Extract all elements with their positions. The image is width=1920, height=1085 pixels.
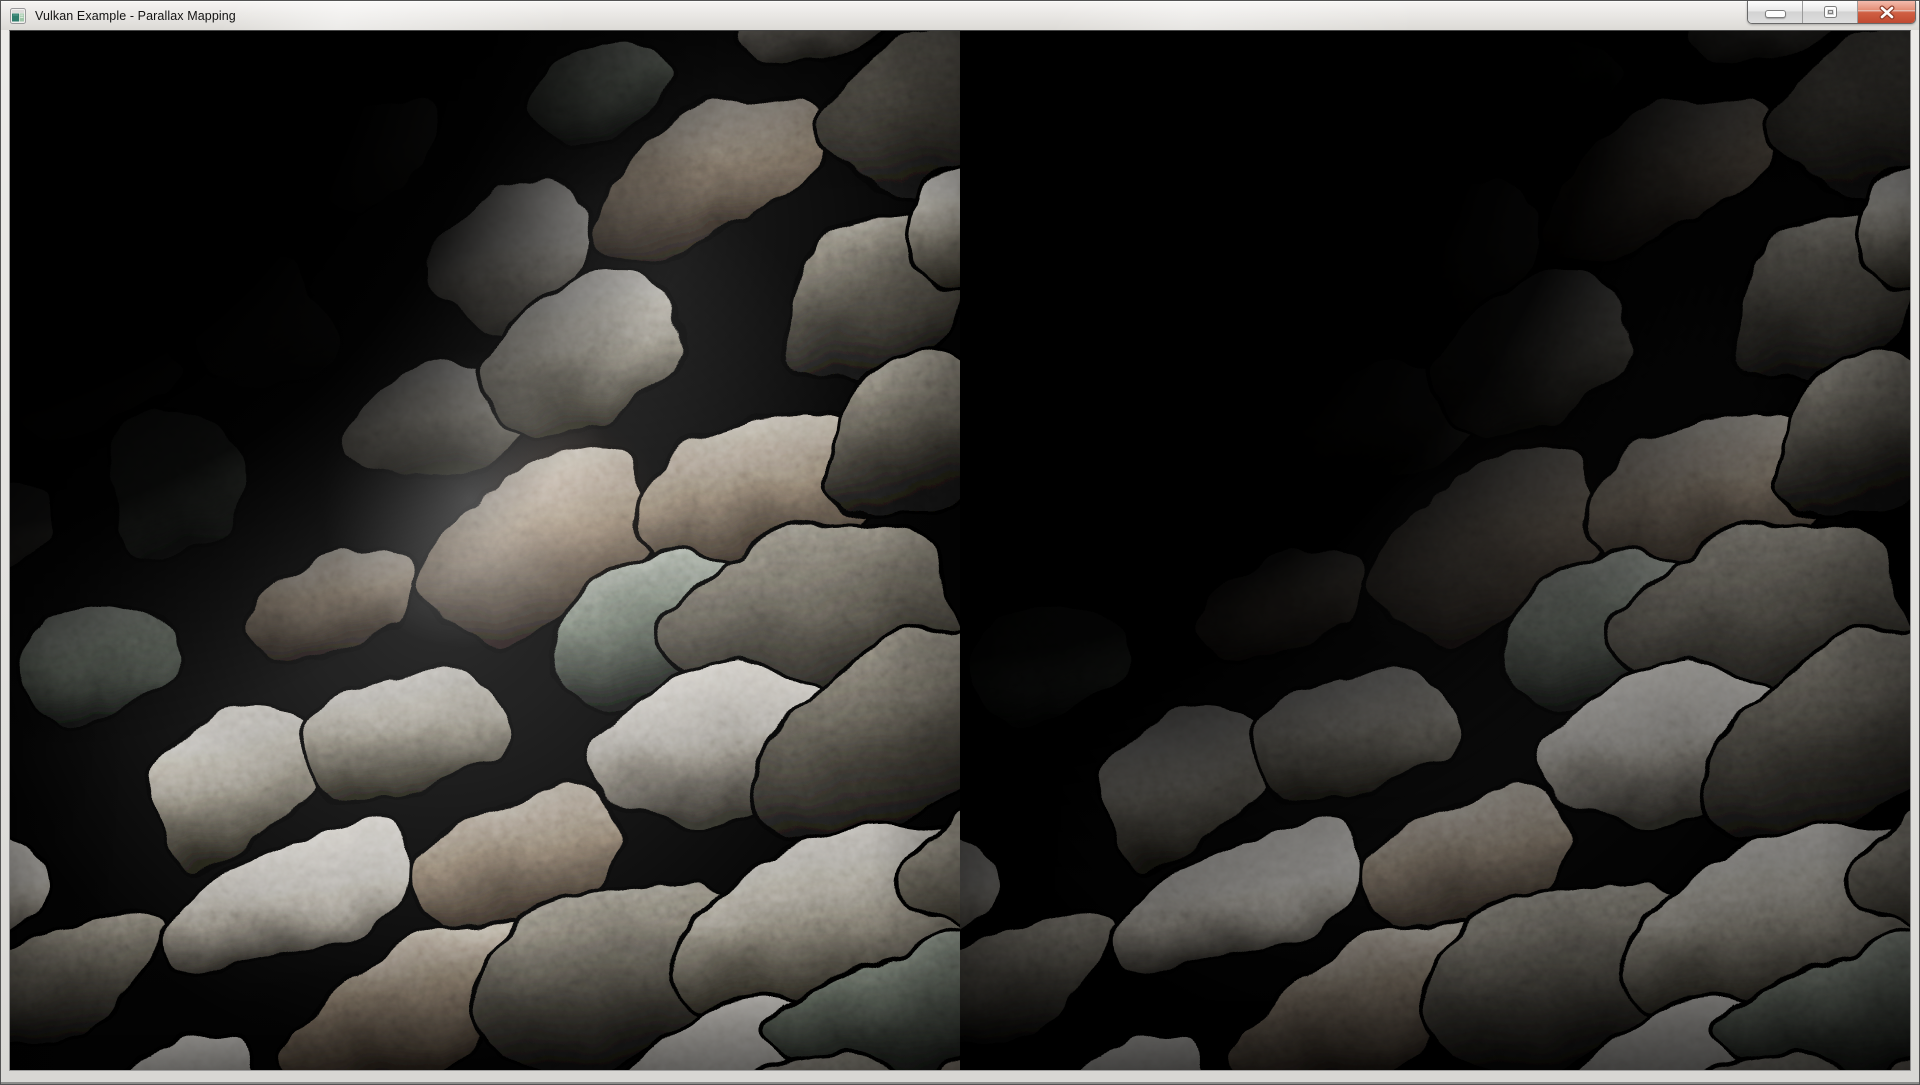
render-area <box>9 30 1911 1071</box>
maximize-button[interactable] <box>1803 1 1858 23</box>
close-x-icon <box>1877 5 1897 20</box>
caption-buttons <box>1747 1 1916 24</box>
close-button[interactable] <box>1858 1 1915 23</box>
vulkan-example-app-icon <box>10 8 26 24</box>
app-icon[interactable] <box>10 8 26 24</box>
window-title: Vulkan Example - Parallax Mapping <box>35 9 236 23</box>
parallax-scene-right <box>960 31 1910 1070</box>
app-window: Vulkan Example - Parallax Mapping <box>0 0 1920 1085</box>
titlebar[interactable]: Vulkan Example - Parallax Mapping <box>1 1 1919 30</box>
viewport-right-render[interactable] <box>960 31 1910 1070</box>
maximize-square-icon <box>1822 5 1839 19</box>
minimize-button[interactable] <box>1748 1 1803 23</box>
viewport-left-render[interactable] <box>10 31 960 1070</box>
parallax-scene-left <box>10 31 960 1070</box>
minimize-dash-icon <box>1765 10 1786 18</box>
window-bottom-edge <box>1 1082 1919 1084</box>
